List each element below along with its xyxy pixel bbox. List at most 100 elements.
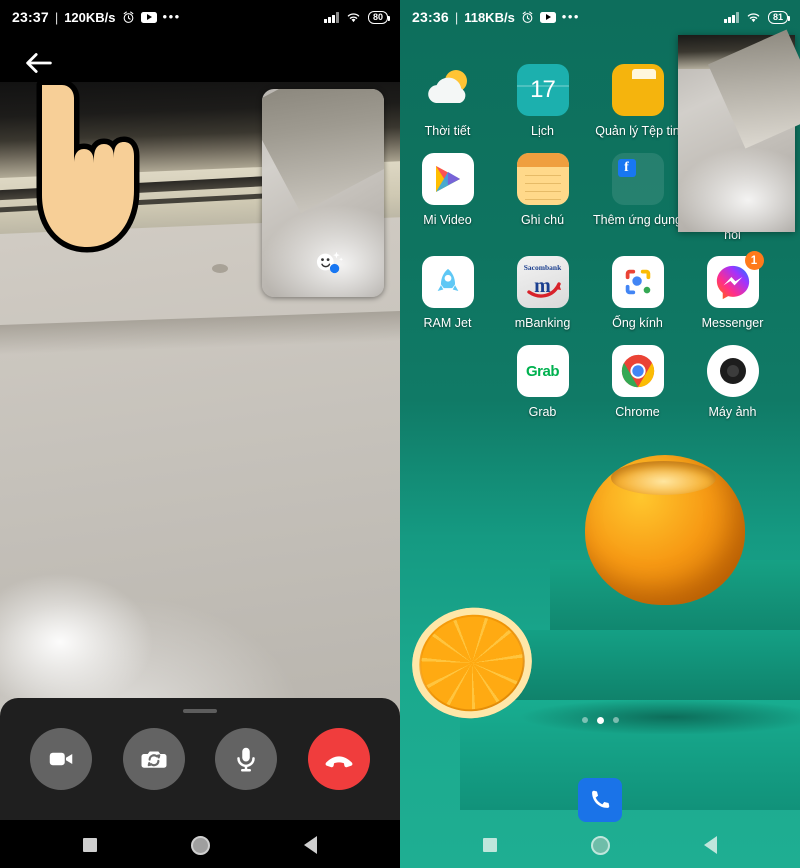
youtube-icon xyxy=(539,11,556,23)
app-row: RAM Jet Sacombank m mBanking Ống kính 1 … xyxy=(400,242,800,331)
youtube-icon xyxy=(140,11,157,23)
status-bar-right: 23:36 | 118KB/s ••• 81 xyxy=(400,0,800,34)
grab-icon: Grab xyxy=(516,345,569,397)
app-label: Mi Video xyxy=(423,212,472,227)
status-time: 23:37 xyxy=(12,9,49,25)
status-separator: | xyxy=(454,9,459,25)
file-manager-icon xyxy=(611,64,664,116)
notes-icon xyxy=(516,152,569,205)
signal-icon xyxy=(724,11,739,23)
status-bar-left-group: 23:36 | 118KB/s ••• xyxy=(412,9,580,25)
tap-hand-pointer-icon xyxy=(36,79,140,253)
video-camera-icon xyxy=(50,752,73,766)
notification-badge: 1 xyxy=(744,251,764,271)
status-bar-left: 23:37 | 120KB/s ••• 80 xyxy=(0,0,400,34)
page-indicator[interactable] xyxy=(400,717,800,724)
app-ram-jet[interactable]: RAM Jet xyxy=(400,242,495,331)
end-call-button[interactable] xyxy=(307,728,370,790)
switch-camera-button[interactable] xyxy=(122,728,185,790)
app-notes[interactable]: Ghi chú xyxy=(495,139,590,243)
wifi-icon xyxy=(347,13,360,23)
app-grab[interactable]: Grab Grab xyxy=(495,331,590,420)
nav-bar-left xyxy=(0,822,400,868)
wallpaper-orange-whole xyxy=(585,455,745,605)
battery-indicator: 81 xyxy=(767,10,791,24)
app-camera[interactable]: Máy ảnh xyxy=(685,331,780,420)
status-bar-right-group: 80 xyxy=(324,10,391,24)
alarm-icon xyxy=(123,11,133,23)
app-label: Thêm ứng dụng xyxy=(593,212,682,227)
app-file-manager[interactable]: Quản lý Tệp tin xyxy=(590,50,685,139)
square-icon xyxy=(483,838,497,852)
triangle-icon xyxy=(303,836,317,854)
app-label: Messenger xyxy=(701,316,764,331)
home-button[interactable] xyxy=(580,825,620,865)
phone-dock-icon[interactable] xyxy=(578,778,622,822)
page-dot xyxy=(581,717,588,723)
camera-flip-icon xyxy=(141,751,167,768)
self-view-preview[interactable] xyxy=(262,89,384,297)
back-button[interactable] xyxy=(690,825,730,865)
app-label: Lịch xyxy=(531,124,554,138)
more-dots-icon: ••• xyxy=(561,9,580,24)
battery-indicator: 80 xyxy=(367,10,391,24)
network-speed: 118KB/s xyxy=(464,9,515,25)
call-buttons xyxy=(0,728,400,790)
app-google-lens[interactable]: Ống kính xyxy=(590,242,685,331)
recents-button[interactable] xyxy=(70,825,110,865)
dock xyxy=(400,778,800,822)
app-label: Quản lý Tệp tin xyxy=(595,124,680,138)
camera-icon xyxy=(706,345,759,397)
floating-video-window[interactable] xyxy=(678,35,795,232)
grab-wordmark: Grab xyxy=(525,362,560,380)
chrome-icon xyxy=(611,345,664,397)
app-label: Grab xyxy=(528,405,557,419)
mi-video-icon xyxy=(421,152,474,205)
nav-bar-right xyxy=(400,822,800,868)
app-chrome[interactable]: Chrome xyxy=(590,331,685,420)
calendar-icon: 17 xyxy=(516,64,569,116)
status-separator: | xyxy=(54,9,59,25)
app-label: Ống kính xyxy=(612,316,663,331)
app-row: Grab Grab Chrome Máy ảnh xyxy=(400,331,800,420)
app-label: mBanking xyxy=(514,316,571,331)
app-mi-video[interactable]: Mi Video xyxy=(400,139,495,243)
phone-icon xyxy=(592,790,610,808)
video-toggle-button[interactable] xyxy=(30,728,93,790)
google-lens-icon xyxy=(611,256,664,309)
app-label: Chrome xyxy=(615,405,660,419)
more-dots-icon: ••• xyxy=(162,9,181,24)
app-messenger[interactable]: 1 Messenger xyxy=(685,242,780,331)
microphone-icon xyxy=(237,747,255,772)
status-time: 23:36 xyxy=(412,9,449,25)
circle-icon xyxy=(590,835,610,855)
app-mbanking[interactable]: Sacombank m mBanking xyxy=(495,242,590,331)
drag-handle[interactable] xyxy=(183,709,217,713)
wall-shadow xyxy=(0,311,400,355)
app-add-apps-folder[interactable]: f Thêm ứng dụng xyxy=(590,139,685,243)
recents-button[interactable] xyxy=(470,825,510,865)
video-call-screen: 23:37 | 120KB/s ••• 80 xyxy=(0,0,400,868)
app-weather[interactable]: Thời tiết xyxy=(400,50,495,139)
mute-button[interactable] xyxy=(215,728,278,790)
triangle-icon xyxy=(703,836,717,854)
wifi-icon xyxy=(747,13,760,23)
call-control-bar xyxy=(0,698,400,820)
circle-icon xyxy=(190,835,210,855)
back-arrow-icon[interactable] xyxy=(22,46,56,80)
home-button[interactable] xyxy=(180,825,220,865)
back-button[interactable] xyxy=(290,825,330,865)
app-label: Máy ảnh xyxy=(708,405,757,419)
app-calendar[interactable]: 17 Lịch xyxy=(495,50,590,139)
network-speed: 120KB/s xyxy=(64,9,116,25)
screenshot-root: 23:37 | 120KB/s ••• 80 23:36 | 118KB/s •… xyxy=(0,0,800,868)
end-call-icon xyxy=(325,756,352,768)
door-knob xyxy=(212,264,228,273)
alarm-icon xyxy=(522,11,533,23)
effects-icon[interactable] xyxy=(314,249,344,275)
status-bar-right-group: 81 xyxy=(724,10,791,24)
app-label: RAM Jet xyxy=(423,316,472,331)
home-screen: 23:36 | 118KB/s ••• 81 Thời tiết 17 Lịch… xyxy=(400,0,800,868)
calendar-date: 17 xyxy=(530,76,556,103)
facebook-folder-icon: f xyxy=(611,152,664,205)
